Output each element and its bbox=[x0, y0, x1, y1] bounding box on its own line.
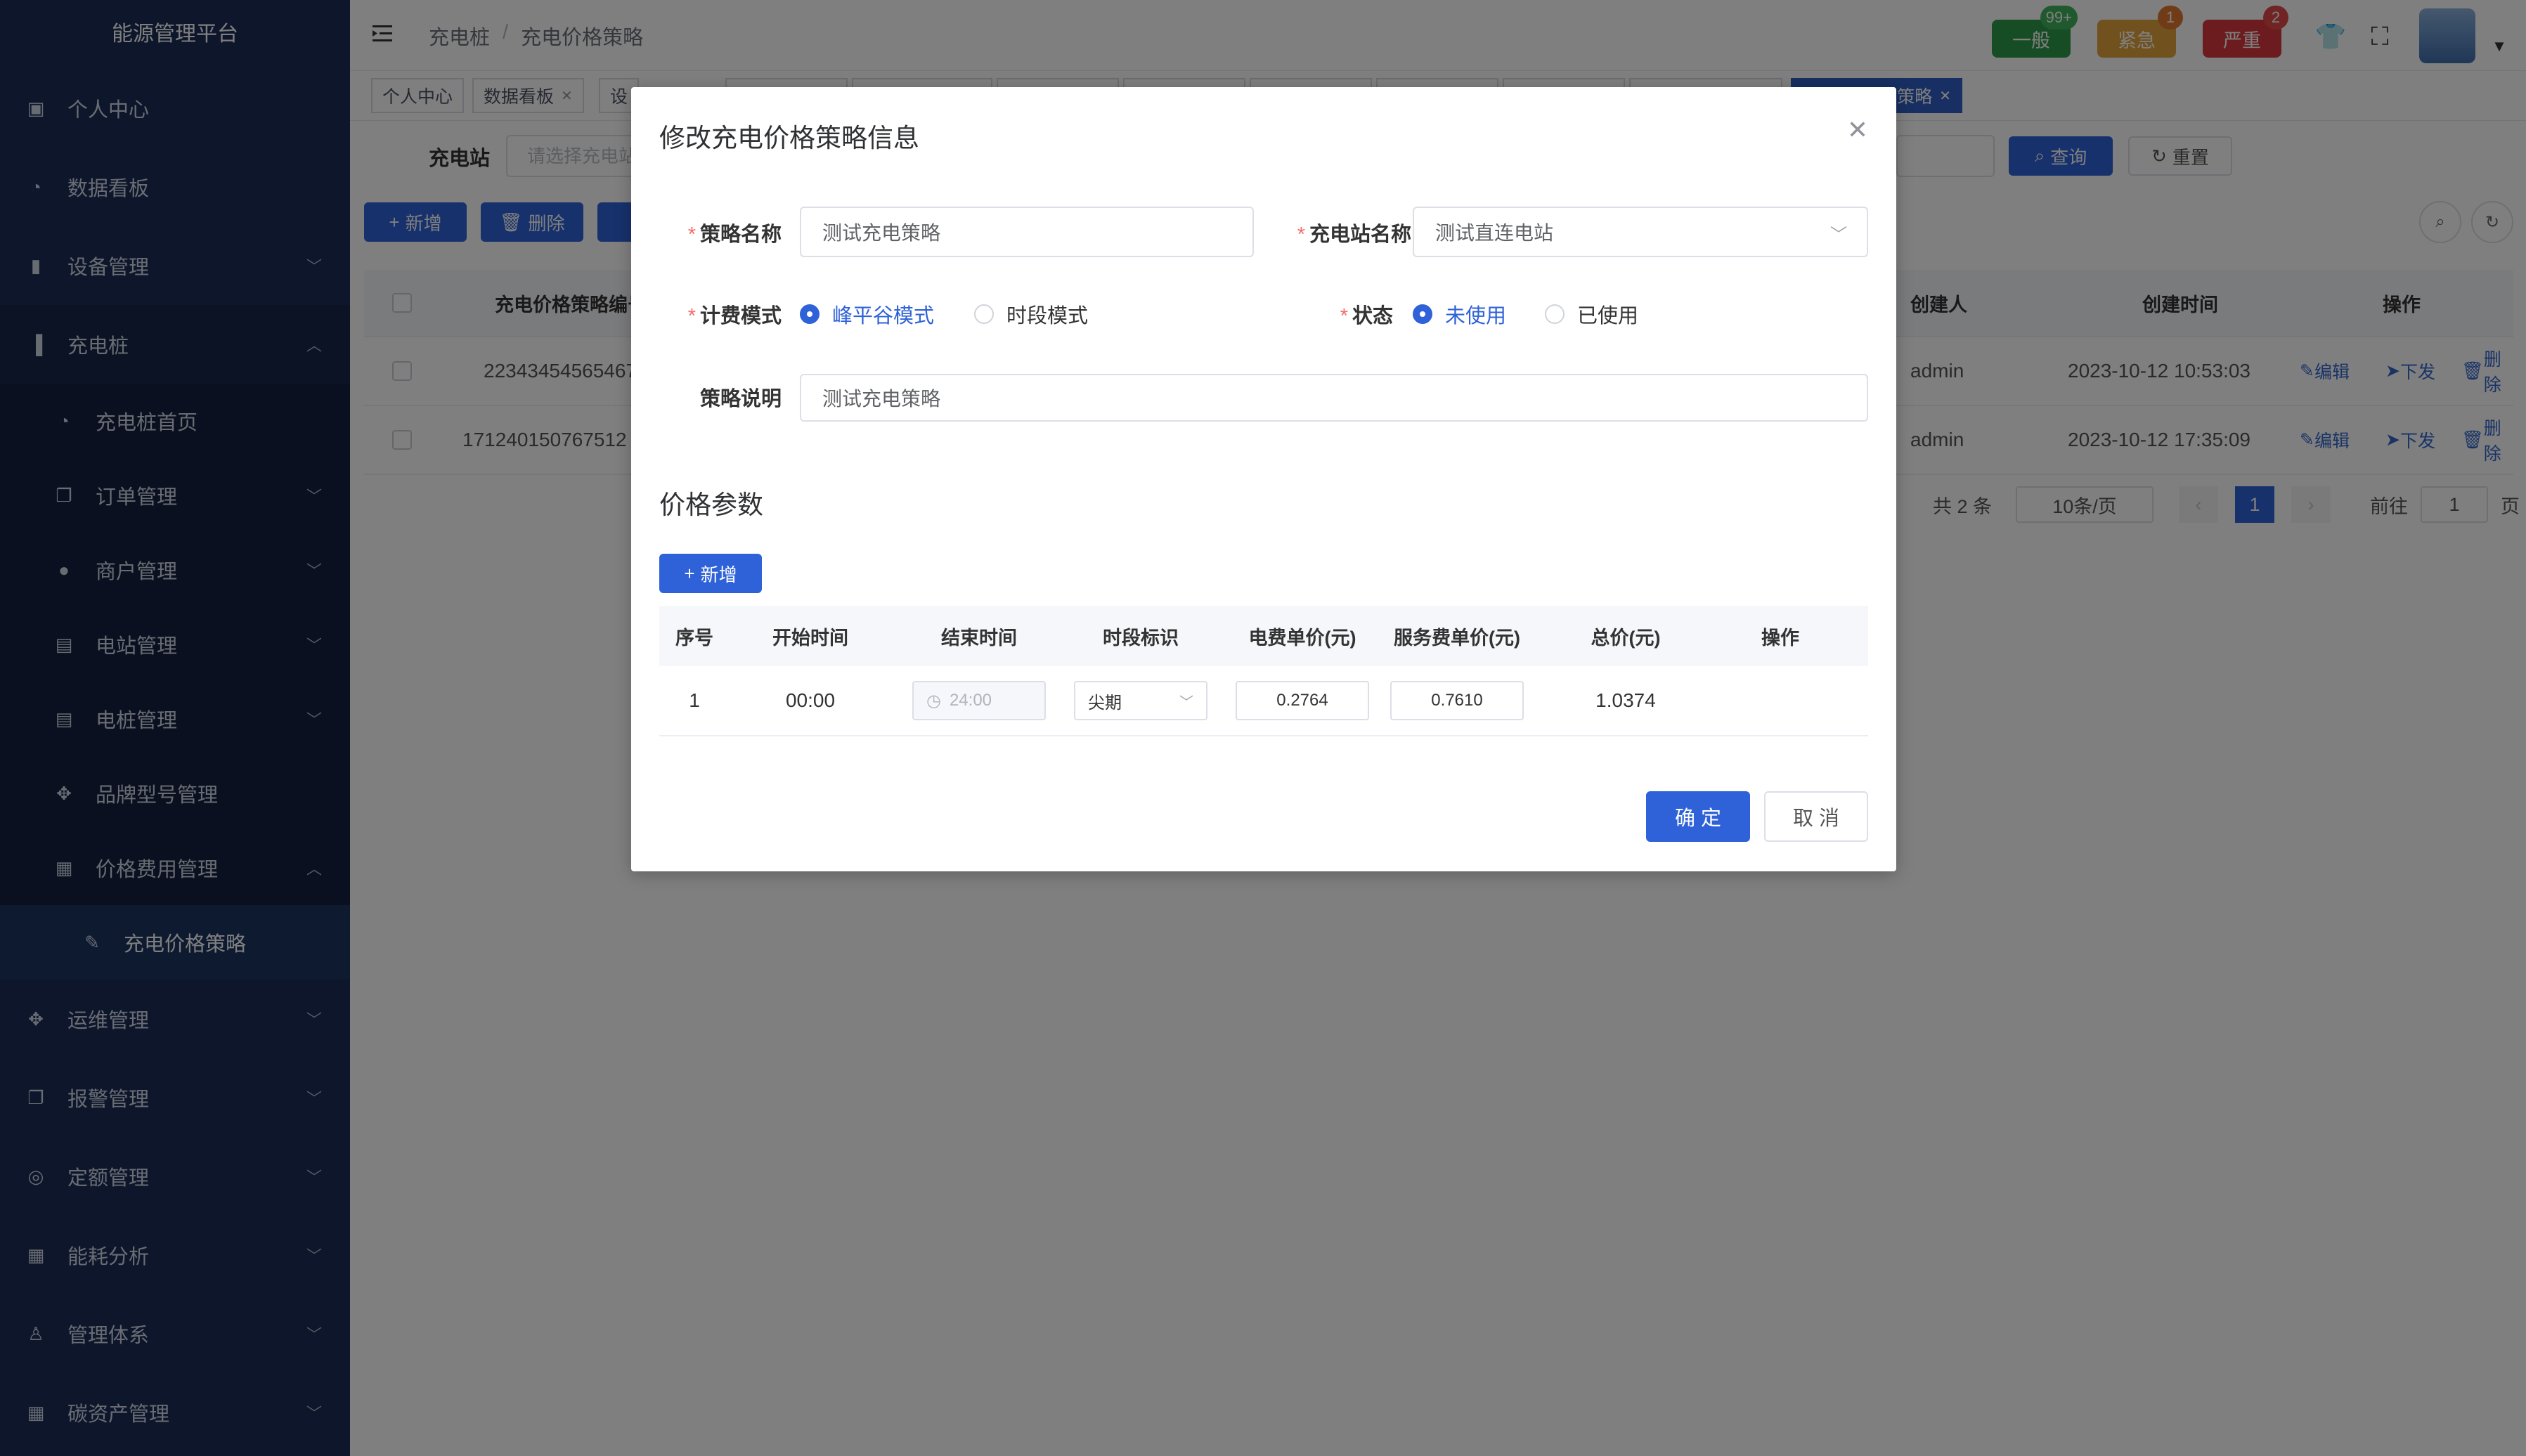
radio-label: 时段模式 bbox=[1006, 305, 1089, 327]
radio-dot bbox=[800, 304, 820, 324]
end-time-picker: ◷ 24:00 bbox=[912, 681, 1046, 720]
radio-dot bbox=[1413, 304, 1432, 324]
station-name-label: * 充电站名称 bbox=[1297, 223, 1411, 246]
radio-label: 峰平谷模式 bbox=[832, 305, 935, 327]
chevron-down-icon: ﹀ bbox=[1830, 226, 1847, 245]
price-table: 序号 开始时间 结束时间 时段标识 电费单价(元) 服务费单价(元) 总价(元)… bbox=[659, 606, 1868, 736]
strategy-name-input[interactable]: 测试充电策略 bbox=[800, 207, 1254, 257]
status-label: * 状态 bbox=[1340, 305, 1393, 327]
service-price-input[interactable]: 0.7610 bbox=[1390, 681, 1524, 720]
period-select[interactable]: 尖期 ﹀ bbox=[1074, 681, 1207, 720]
column-header: 结束时间 bbox=[941, 627, 1017, 649]
radio-label: 已使用 bbox=[1577, 305, 1639, 327]
radio-label: 未使用 bbox=[1445, 305, 1507, 327]
radio-unused[interactable]: 未使用 bbox=[1413, 299, 1506, 329]
add-label: 新增 bbox=[700, 564, 737, 585]
strategy-name-label: * 策略名称 bbox=[687, 223, 782, 246]
total-price: 1.0374 bbox=[1595, 689, 1656, 711]
column-header: 总价(元) bbox=[1591, 627, 1661, 649]
close-icon[interactable]: ✕ bbox=[1847, 115, 1868, 145]
radio-dot bbox=[974, 304, 994, 324]
end-time-cell: ◷ 24:00 bbox=[912, 666, 1046, 735]
column-header: 服务费单价(元) bbox=[1394, 627, 1520, 649]
period-cell: 尖期 ﹀ bbox=[1074, 666, 1207, 735]
add-price-row-button[interactable]: + 新增 bbox=[659, 554, 762, 593]
dialog-title: 修改充电价格策略信息 bbox=[659, 124, 919, 152]
elec-price-cell: 0.2764 bbox=[1236, 666, 1369, 735]
column-header: 开始时间 bbox=[772, 627, 848, 649]
column-header: 时段标识 bbox=[1103, 627, 1179, 649]
strategy-desc-label: 策略说明 bbox=[699, 388, 782, 410]
elec-price-input[interactable]: 0.2764 bbox=[1236, 681, 1369, 720]
edit-strategy-dialog: 修改充电价格策略信息 ✕ * 策略名称 测试充电策略 * 充电站名称 测试直连电站 … bbox=[631, 87, 1896, 871]
station-name-value: 测试直连电站 bbox=[1435, 222, 1554, 244]
radio-time-period-mode[interactable]: 时段模式 bbox=[974, 299, 1088, 329]
radio-peak-valley-mode[interactable]: 峰平谷模式 bbox=[800, 299, 934, 329]
row-index: 1 bbox=[689, 689, 700, 711]
radio-used[interactable]: 已使用 bbox=[1545, 299, 1638, 329]
row-actions bbox=[1714, 666, 1847, 735]
start-time: 00:00 bbox=[785, 689, 836, 711]
price-params-title: 价格参数 bbox=[659, 490, 763, 519]
price-row: 1 00:00 ◷ 24:00 尖期 ﹀ 0.2764 0.7610 1.037 bbox=[659, 666, 1868, 736]
end-time-value: 24:00 bbox=[949, 691, 992, 710]
period-value: 尖期 bbox=[1088, 693, 1122, 713]
cancel-button[interactable]: 取 消 bbox=[1764, 791, 1868, 842]
plus-icon: + bbox=[684, 562, 695, 584]
clock-icon: ◷ bbox=[926, 691, 941, 710]
service-price-cell: 0.7610 bbox=[1390, 666, 1524, 735]
chevron-down-icon: ﹀ bbox=[1179, 694, 1193, 710]
column-header: 电费单价(元) bbox=[1248, 627, 1356, 649]
column-header: 操作 bbox=[1761, 627, 1799, 649]
radio-dot bbox=[1545, 304, 1565, 324]
confirm-button[interactable]: 确 定 bbox=[1646, 791, 1750, 842]
strategy-desc-textarea[interactable]: 测试充电策略 bbox=[800, 374, 1868, 422]
column-header: 序号 bbox=[675, 627, 713, 649]
station-name-select[interactable]: 测试直连电站 ﹀ bbox=[1413, 207, 1868, 257]
billing-mode-label: * 计费模式 bbox=[687, 305, 782, 327]
price-table-header: 序号 开始时间 结束时间 时段标识 电费单价(元) 服务费单价(元) 总价(元)… bbox=[659, 606, 1868, 666]
